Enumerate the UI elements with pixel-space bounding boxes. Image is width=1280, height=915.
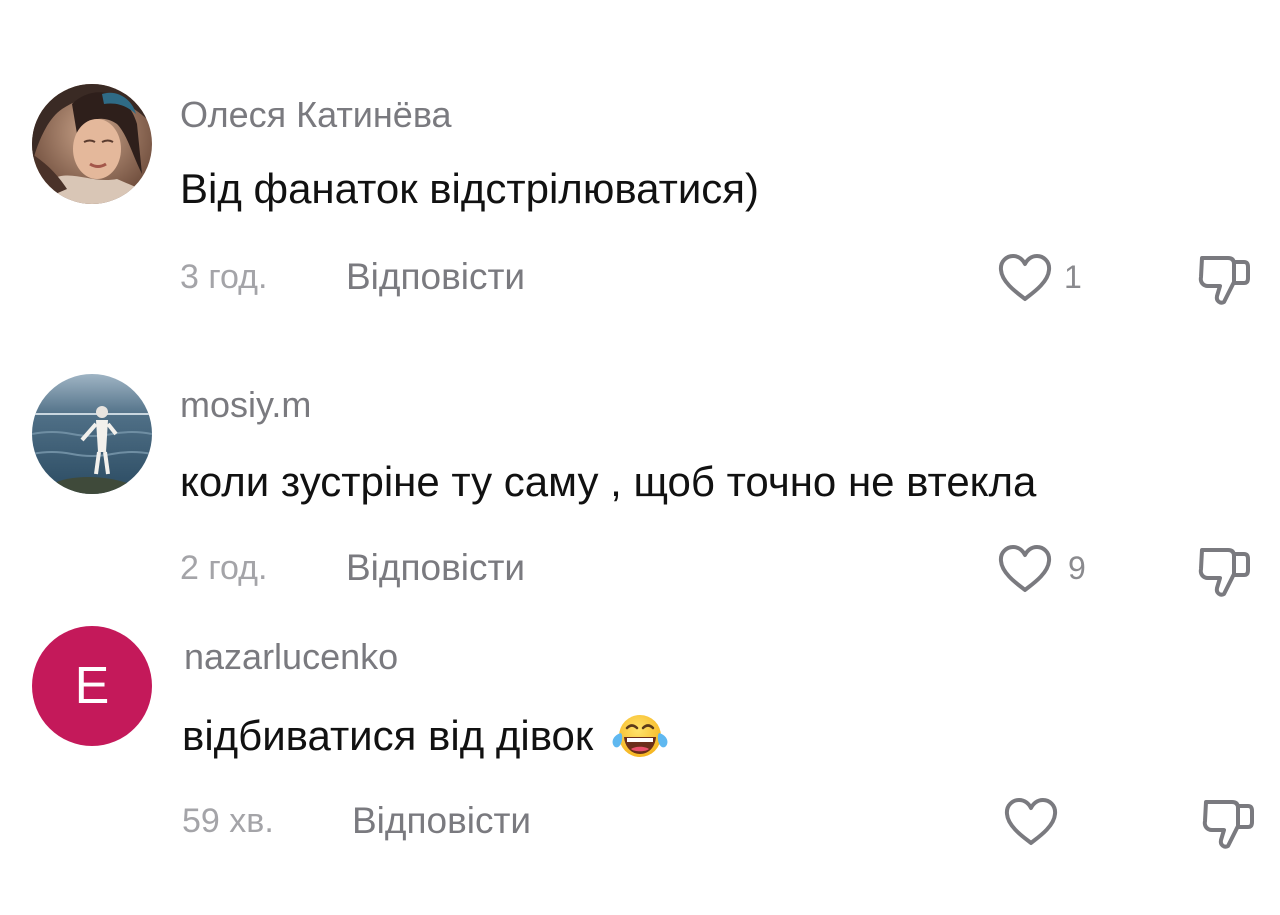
like-count: 1 — [1064, 259, 1082, 295]
comment-timestamp: 3 год. — [180, 258, 268, 296]
comment-username[interactable]: nazarlucenko — [184, 636, 398, 678]
user-avatar[interactable]: E — [32, 626, 152, 746]
like-button[interactable] — [996, 543, 1054, 595]
user-avatar[interactable] — [32, 374, 152, 494]
thumbs-down-icon — [1202, 800, 1254, 849]
comment-text: коли зустріне ту саму , щоб точно не вте… — [180, 458, 1036, 506]
comment-text-body: коли зустріне ту саму , щоб точно не вте… — [180, 458, 1037, 505]
comment-text-body: відбиватися від дівок — [182, 712, 594, 759]
comment-timestamp: 59 хв. — [182, 802, 274, 840]
like-button[interactable] — [1002, 796, 1060, 848]
reply-button[interactable]: Відповісти — [346, 547, 525, 589]
comment-item: E nazarlucenko відбиватися від дівок 59 … — [0, 0, 1280, 849]
heart-icon — [1004, 798, 1058, 845]
reply-button[interactable]: Відповісти — [352, 800, 531, 842]
comment-text: відбиватися від дівок — [182, 711, 671, 761]
avatar-initial: E — [74, 657, 110, 715]
comment-username[interactable]: mosiy.m — [180, 384, 311, 426]
thumbs-down-icon — [1198, 548, 1250, 597]
dislike-button[interactable] — [1200, 792, 1258, 852]
avatar-photo — [32, 374, 152, 494]
reply-button[interactable]: Відповісти — [346, 256, 525, 298]
laughing-tears-emoji-icon — [609, 711, 671, 761]
dislike-button[interactable] — [1196, 540, 1254, 600]
heart-icon — [998, 545, 1052, 592]
like-count: 9 — [1068, 550, 1086, 586]
comment-timestamp: 2 год. — [180, 549, 268, 587]
